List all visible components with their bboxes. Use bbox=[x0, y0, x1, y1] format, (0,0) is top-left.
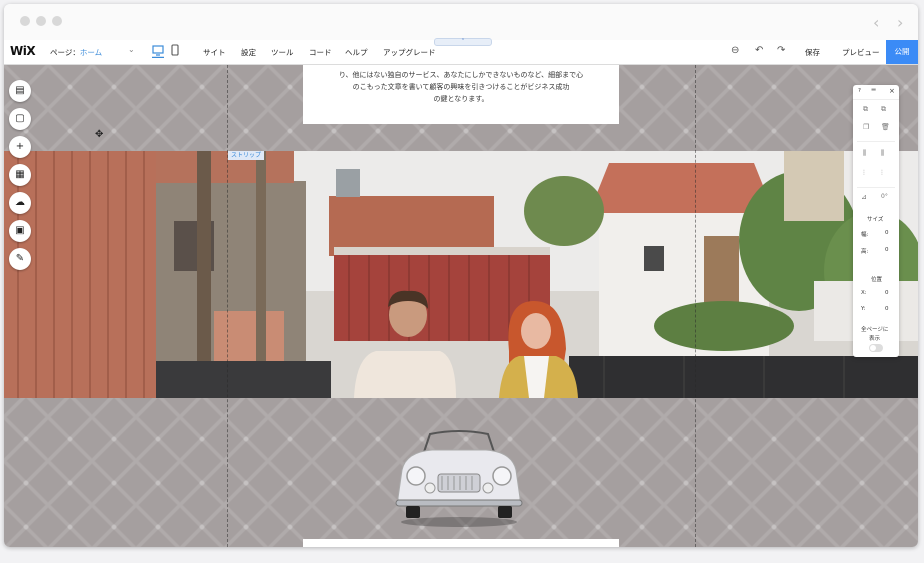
height-value[interactable]: 0 bbox=[885, 247, 889, 253]
text-line: り、他にはない独自のサービス、あなたにしかできないものなど、細部まで心 bbox=[338, 71, 584, 79]
show-all-pages-label-2: 表示 bbox=[869, 336, 881, 342]
redo-icon[interactable]: ↷ bbox=[777, 45, 785, 56]
show-all-pages-label: 全ページに bbox=[861, 327, 889, 333]
editor-canvas[interactable]: り、他にはない独自のサービス、あなたにしかできないものなど、細部まで心 のこもっ… bbox=[4, 65, 918, 547]
height-label: 高: bbox=[861, 249, 869, 255]
save-button[interactable]: 保存 bbox=[805, 47, 820, 58]
align-middle-icon[interactable]: ⫶ bbox=[881, 169, 883, 178]
topbar-collapse-handle[interactable]: ⌃ bbox=[434, 38, 492, 46]
delete-icon[interactable]: 🗑 bbox=[881, 123, 890, 131]
help-icon[interactable]: ? bbox=[858, 88, 861, 94]
page-label: ページ： bbox=[50, 48, 80, 57]
y-value[interactable]: 0 bbox=[885, 306, 889, 312]
align-left-icon[interactable]: ⫼ bbox=[863, 149, 866, 158]
align-right-icon[interactable]: ⫼ bbox=[881, 149, 884, 158]
x-value[interactable]: 0 bbox=[885, 290, 889, 296]
forward-arrow-icon[interactable]: › bbox=[897, 13, 903, 32]
menu-help[interactable]: ヘルプ bbox=[345, 47, 368, 58]
rotate-icon[interactable]: ⊿ bbox=[861, 193, 867, 201]
window-close-dot[interactable] bbox=[20, 16, 30, 26]
size-label: サイズ bbox=[867, 217, 884, 223]
strip-tag[interactable]: ストリップ bbox=[228, 151, 265, 160]
desktop-icon[interactable] bbox=[152, 44, 164, 58]
chevron-down-icon[interactable]: ⌄ bbox=[128, 45, 135, 54]
page-value: ホーム bbox=[79, 48, 103, 57]
window-maximize-dot[interactable] bbox=[52, 16, 62, 26]
photo-strip[interactable] bbox=[4, 151, 918, 398]
align-center-icon[interactable]: ⫶ bbox=[863, 169, 865, 178]
text-paragraph: り、他にはない独自のサービス、あなたにしかできないものなど、細部まで心 のこもっ… bbox=[335, 69, 587, 105]
menu-tools[interactable]: ツール bbox=[271, 47, 294, 58]
menu-site[interactable]: サイト bbox=[203, 47, 226, 58]
vintage-car-image bbox=[395, 430, 523, 527]
y-label: Y: bbox=[861, 306, 866, 312]
x-label: X: bbox=[861, 290, 867, 296]
width-value[interactable]: 0 bbox=[885, 230, 889, 236]
pages-icon[interactable]: ▤ bbox=[9, 80, 31, 102]
couple-photo bbox=[4, 151, 918, 398]
page-selector[interactable]: ページ：ホーム bbox=[50, 47, 102, 58]
add-icon[interactable]: + bbox=[9, 136, 31, 158]
bottom-section[interactable] bbox=[303, 539, 619, 547]
panel-divider bbox=[857, 187, 895, 188]
grid-guide-right bbox=[695, 65, 696, 547]
panel-header: ? ▬ × bbox=[853, 85, 899, 100]
show-all-pages-toggle[interactable] bbox=[869, 344, 883, 352]
window-minimize-dot[interactable] bbox=[36, 16, 46, 26]
menu-upgrade[interactable]: アップグレード bbox=[383, 47, 436, 58]
browser-window: ‹ › WiX ページ：ホーム ⌄ サイト 設定 ツール コード ヘルプ アップ… bbox=[4, 4, 918, 547]
undo-icon[interactable]: ↶ bbox=[755, 45, 763, 56]
paste-icon[interactable]: ⧉ bbox=[881, 105, 886, 114]
duplicate-icon[interactable]: ❐ bbox=[863, 123, 869, 131]
zoom-icon[interactable]: ⊖ bbox=[731, 45, 739, 56]
background-icon[interactable]: ▢ bbox=[9, 108, 31, 130]
blog-icon[interactable]: ✎ bbox=[9, 248, 31, 270]
apps-icon[interactable]: ▦ bbox=[9, 164, 31, 186]
mobile-icon[interactable] bbox=[169, 44, 181, 58]
preview-button[interactable]: プレビュー bbox=[842, 47, 880, 58]
window-titlebar: ‹ › bbox=[4, 4, 918, 41]
copy-icon[interactable]: ⧉ bbox=[863, 105, 868, 114]
layout-panel: ? ▬ × ⧉ ⧉ ❐ 🗑 ⫼ ⫼ ⫶ ⫶ ⊿ 0° サイズ 幅: 0 高: 0… bbox=[853, 85, 899, 357]
back-arrow-icon[interactable]: ‹ bbox=[873, 13, 879, 32]
text-section[interactable]: り、他にはない独自のサービス、あなたにしかできないものなど、細部まで心 のこもっ… bbox=[303, 65, 619, 124]
upload-icon[interactable]: ☁ bbox=[9, 192, 31, 214]
text-line: の鍵となります。 bbox=[433, 95, 489, 103]
grid-guide-left bbox=[227, 65, 228, 547]
close-icon[interactable]: × bbox=[889, 87, 895, 95]
width-label: 幅: bbox=[861, 232, 869, 238]
position-label: 位置 bbox=[871, 277, 883, 283]
publish-button[interactable]: 公開 bbox=[886, 40, 918, 64]
angle-value[interactable]: 0° bbox=[881, 193, 888, 200]
drag-handle-icon[interactable]: ▬ bbox=[871, 87, 876, 93]
text-line: のこもった文章を書いて顧客の興味を引きつけることがビジネス成功 bbox=[352, 83, 570, 91]
wix-logo: WiX bbox=[10, 44, 36, 58]
menu-code[interactable]: コード bbox=[309, 47, 332, 58]
panel-divider bbox=[857, 141, 895, 142]
menu-settings[interactable]: 設定 bbox=[241, 47, 256, 58]
move-cursor-icon: ✥ bbox=[95, 129, 104, 140]
market-icon[interactable]: ▣ bbox=[9, 220, 31, 242]
